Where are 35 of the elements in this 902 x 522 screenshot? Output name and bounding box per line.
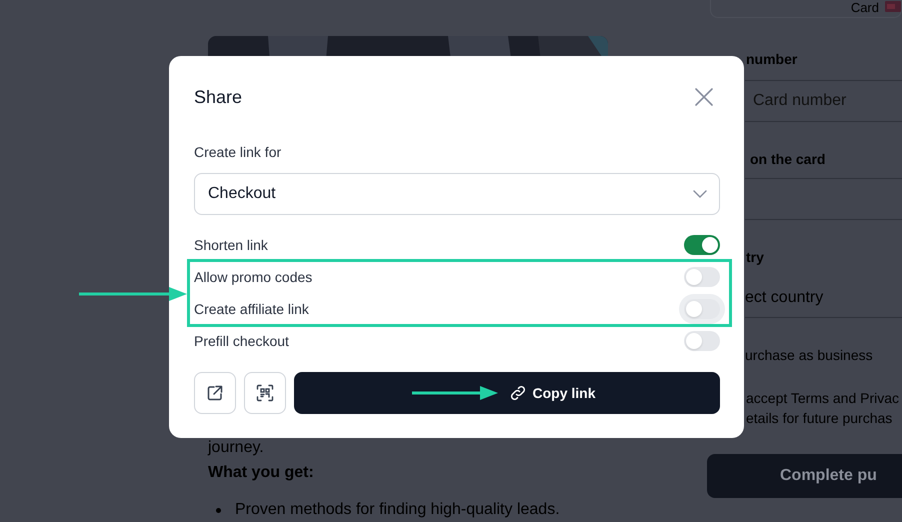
copy-link-button[interactable]: Copy link — [294, 372, 720, 414]
toggle-switch[interactable] — [684, 299, 720, 319]
field-label: try — [746, 248, 765, 267]
section-heading: What you get: — [208, 463, 315, 483]
link-icon — [509, 384, 528, 402]
qr-code-button[interactable] — [244, 372, 286, 414]
tab-label: Card — [850, 0, 879, 14]
close-icon[interactable] — [694, 87, 714, 107]
qr-scan-icon — [256, 384, 274, 402]
input-field[interactable]: Card number — [745, 80, 902, 122]
link-target-select[interactable]: Checkout — [194, 173, 720, 215]
complete-purchase-button[interactable]: Complete pu — [707, 454, 902, 498]
flag-icon — [885, 1, 901, 12]
field-label: Create link for — [194, 143, 282, 161]
open-link-button[interactable] — [194, 372, 236, 414]
bullet-icon — [216, 508, 221, 512]
external-link-icon — [206, 384, 224, 402]
toggle-switch[interactable] — [684, 235, 720, 255]
toggle-switch[interactable] — [684, 267, 720, 287]
option-label: Create affiliate link — [194, 301, 309, 317]
input-field[interactable] — [745, 178, 902, 220]
paragraph-text: journey. — [208, 438, 265, 458]
terms-text: accept Terms and Privac etails for future purchas — [746, 389, 900, 428]
list-item: Proven methods for finding high-quality leads. — [235, 500, 560, 520]
payment-tab[interactable]: Card — [710, 0, 902, 18]
chevron-down-icon — [693, 190, 707, 198]
toggle-switch[interactable] — [684, 331, 720, 351]
option-label: Allow promo codes — [194, 269, 312, 285]
checkbox-label[interactable]: urchase as business — [745, 345, 902, 365]
option-label: Prefill checkout — [194, 333, 289, 349]
field-label: on the card — [749, 150, 826, 169]
dialog-title: Share — [194, 86, 242, 108]
option-label: Shorten link — [194, 237, 268, 253]
field-label: number — [746, 50, 798, 69]
country-select[interactable]: ect country — [745, 278, 902, 318]
